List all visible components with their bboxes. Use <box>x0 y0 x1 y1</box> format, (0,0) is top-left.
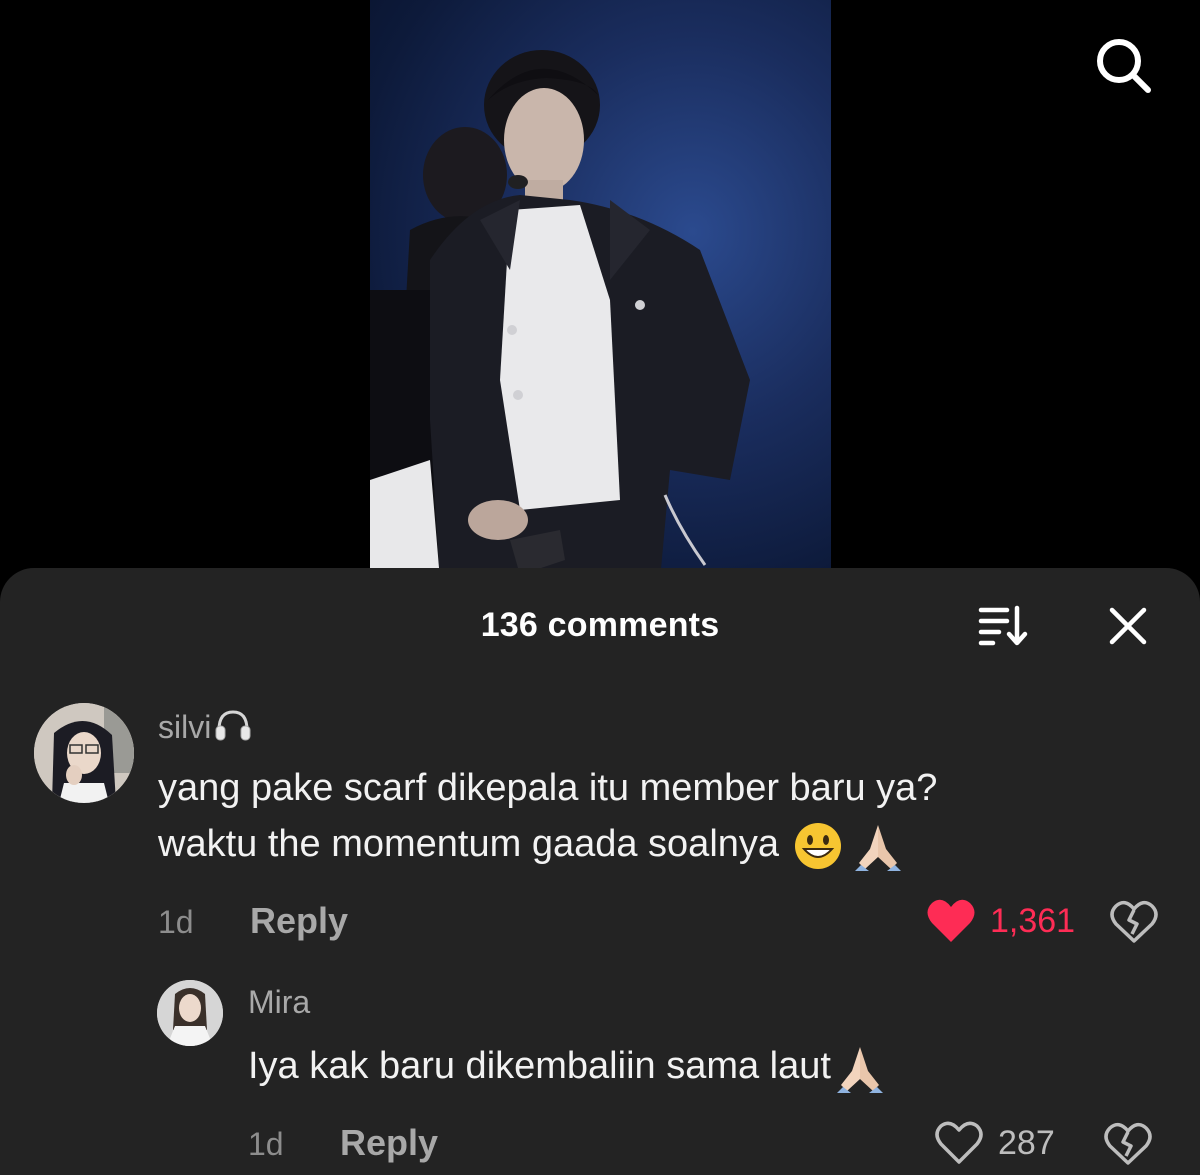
avatar-photo <box>34 703 134 803</box>
video-player[interactable] <box>370 0 831 580</box>
comment-text-line-1: Iya kak baru dikembaliin sama laut <box>248 1038 887 1095</box>
like-count: 1,361 <box>990 901 1076 940</box>
headphones-icon <box>215 710 251 741</box>
performer-video-thumbnail <box>370 50 750 580</box>
comment-username[interactable]: silvi <box>158 708 253 746</box>
comment-text-line-2: waktu the momentum gaada soalnya <box>158 816 905 873</box>
dislike-button[interactable] <box>1108 896 1160 948</box>
broken-heart-icon <box>1110 900 1158 943</box>
comment-time: 1d <box>248 1126 284 1162</box>
avatar[interactable] <box>157 980 223 1046</box>
broken-heart-icon <box>1104 1122 1152 1165</box>
folded-hands-icon <box>836 1046 883 1093</box>
like-button[interactable]: 287 <box>934 1120 1055 1166</box>
reply-button[interactable]: Reply <box>250 900 348 942</box>
grinning-face-icon <box>795 822 842 869</box>
reply-button[interactable]: Reply <box>340 1122 438 1164</box>
reply-comment-item: Mira Iya kak baru dikembaliin sama laut … <box>0 968 1200 1175</box>
like-button[interactable]: 1,361 <box>926 898 1075 944</box>
comment-text-line-1: yang pake scarf dikepala itu member baru… <box>158 767 938 809</box>
comment-text-line-1-text: Iya kak baru dikembaliin sama laut <box>248 1045 831 1087</box>
avatar[interactable] <box>34 703 134 803</box>
folded-hands-icon <box>855 824 902 871</box>
avatar-photo <box>157 980 223 1046</box>
username-text: silvi <box>158 709 212 745</box>
search-button[interactable] <box>1088 30 1158 100</box>
comment-username[interactable]: Mira <box>248 984 310 1021</box>
comment-item: silvi yang pake scarf dikepala itu membe… <box>0 568 1200 968</box>
screen: 136 comments silvi yang pake scarf dikep… <box>0 0 1200 1175</box>
heart-filled-icon <box>927 899 975 942</box>
comment-text-line-2-text: waktu the momentum gaada soalnya <box>158 823 780 865</box>
like-count: 287 <box>998 1123 1055 1162</box>
heart-outline-icon <box>935 1121 983 1164</box>
comments-sheet: 136 comments silvi yang pake scarf dikep… <box>0 568 1200 1175</box>
search-icon <box>1097 39 1151 93</box>
dislike-button[interactable] <box>1102 1118 1154 1170</box>
comment-time: 1d <box>158 904 194 940</box>
